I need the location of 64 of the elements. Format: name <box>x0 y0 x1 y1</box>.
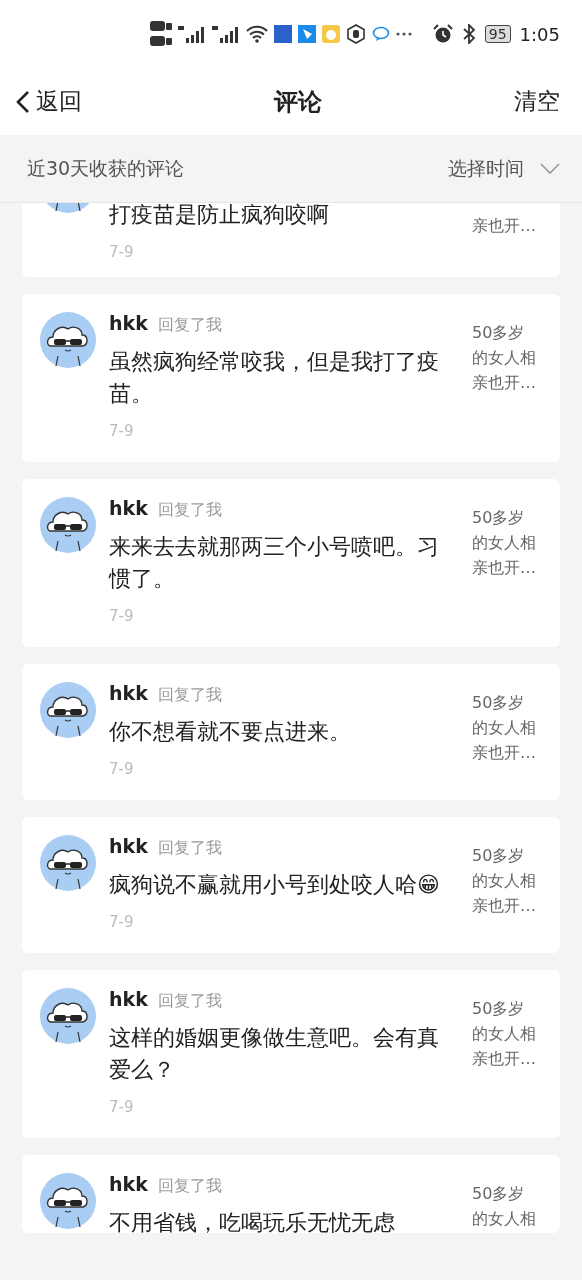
wifi-icon <box>246 25 268 43</box>
avatar-icon <box>40 312 96 368</box>
comment-text: 疯狗说不赢就用小号到处咬人哈😁 <box>109 871 441 899</box>
dropdown-chevron-icon <box>540 162 560 175</box>
post-title[interactable]: 50多岁的女人相亲也开… <box>472 988 540 1116</box>
post-title[interactable]: 50多岁的女人相亲也开… <box>472 682 540 778</box>
bluetooth-icon <box>461 24 476 44</box>
app-icon <box>322 25 340 43</box>
comment-date: 7-9 <box>109 607 135 625</box>
comment-card[interactable]: hkk 回复了我 你不想看就不要点进来。 7-9 50多岁的女人相亲也开… <box>22 664 560 800</box>
comment-card[interactable]: hkk 回复了我 这样的婚姻更像做生意吧。会有真爱么？ 7-9 50多岁的女人相亲也开… <box>22 970 560 1138</box>
comment-text: 这样的婚姻更像做生意吧。会有真爱么？ <box>109 1024 440 1084</box>
user-name[interactable]: hkk <box>109 1173 148 1195</box>
user-name[interactable]: hkk <box>109 835 148 857</box>
avatar-icon <box>40 497 96 553</box>
back-button[interactable]: 返回 <box>16 86 82 117</box>
comment-text: 你不想看就不要点进来。 <box>109 718 352 746</box>
comment-card[interactable]: hkk 回复了我 虽然疯狗经常咬我，但是我打了疫苗。 7-9 50多岁的女人相亲也开… <box>22 294 560 462</box>
signal-icon <box>178 24 206 44</box>
filter-label: 近30天收获的评论 <box>27 155 185 181</box>
post-title[interactable]: 50多岁的女人相亲也开… <box>472 497 540 625</box>
reply-label: 回复了我 <box>157 1176 222 1197</box>
user-name[interactable]: hkk <box>109 988 148 1010</box>
clear-button[interactable]: 清空 <box>514 86 560 117</box>
comment-card[interactable]: 打疫苗是防止疯狗咬啊 7-9 亲也开… <box>22 203 560 277</box>
comment-date: 7-9 <box>109 422 135 440</box>
avatar-icon <box>40 835 96 891</box>
chat-icon <box>372 26 390 42</box>
comment-date: 7-9 <box>109 760 135 778</box>
battery-level: 95 <box>484 25 511 43</box>
reply-label: 回复了我 <box>157 685 222 706</box>
app-icon <box>298 25 316 43</box>
reply-label: 回复了我 <box>157 315 222 336</box>
avatar-icon <box>40 682 96 738</box>
user-name[interactable]: hkk <box>109 312 148 334</box>
reply-label: 回复了我 <box>157 838 222 859</box>
comment-card[interactable]: hkk 回复了我 不用省钱，吃喝玩乐无忧无虑 50多岁的女人相 <box>22 1155 560 1233</box>
user-name[interactable]: hkk <box>109 497 148 519</box>
post-title[interactable]: 50多岁的女人相亲也开… <box>472 835 540 931</box>
post-title[interactable]: 亲也开… <box>472 203 540 261</box>
page-title: 评论 <box>274 86 322 118</box>
comment-text: 不用省钱，吃喝玩乐无忧无虑 <box>109 1209 396 1233</box>
comment-date: 7-9 <box>109 243 135 261</box>
time-picker[interactable]: 选择时间 <box>448 155 560 182</box>
reply-label: 回复了我 <box>157 500 222 521</box>
app-icon <box>274 25 292 43</box>
avatar-icon <box>40 1173 96 1229</box>
comment-card[interactable]: hkk 回复了我 疯狗说不赢就用小号到处咬人哈😁 7-9 50多岁的女人相亲也开… <box>22 817 560 953</box>
avatar-icon <box>40 988 96 1044</box>
reply-label: 回复了我 <box>157 991 222 1012</box>
post-title[interactable]: 50多岁的女人相 <box>472 1173 540 1233</box>
more-icon <box>396 32 412 36</box>
user-name[interactable]: hkk <box>109 682 148 704</box>
comment-date: 7-9 <box>109 913 135 931</box>
signal-icon <box>212 24 240 44</box>
clock-time: 1:05 <box>519 23 560 45</box>
post-title[interactable]: 50多岁的女人相亲也开… <box>472 312 540 440</box>
alarm-icon <box>432 24 453 44</box>
comment-text: 虽然疯狗经常咬我，但是我打了疫苗。 <box>109 348 440 408</box>
comment-text: 来来去去就那两三个小号喷吧。习惯了。 <box>109 533 440 593</box>
comment-card[interactable]: hkk 回复了我 来来去去就那两三个小号喷吧。习惯了。 7-9 50多岁的女人相亲也开… <box>22 479 560 647</box>
comment-date: 7-9 <box>109 1098 135 1116</box>
comment-text: 打疫苗是防止疯狗咬啊 <box>109 203 330 229</box>
back-chevron-icon <box>16 89 30 114</box>
